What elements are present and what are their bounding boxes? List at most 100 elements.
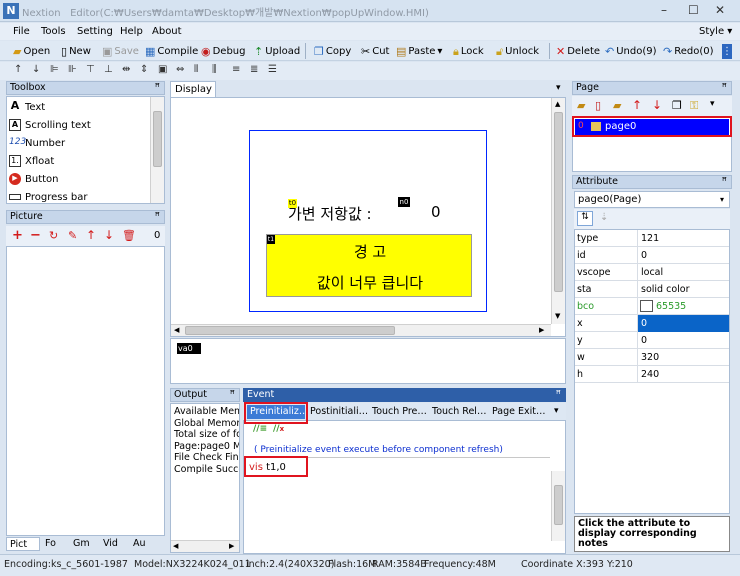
sort-category-icon[interactable]: ⇅: [577, 211, 593, 226]
debug-button[interactable]: ◉ Debug: [201, 44, 246, 59]
add-page-icon[interactable]: ▰: [577, 99, 585, 112]
space-increase-icon[interactable]: ☰: [268, 64, 277, 75]
attr-value[interactable]: 0: [637, 247, 729, 264]
toolbox-item-button[interactable]: ▶ Button: [9, 170, 59, 188]
scroll-left-icon[interactable]: ◀: [173, 542, 178, 550]
sort-alpha-icon[interactable]: ⇣: [600, 212, 608, 223]
tab-picture[interactable]: Pict: [6, 537, 40, 551]
attribute-selector[interactable]: page0(Page) ▾: [574, 191, 730, 208]
cut-button[interactable]: ✂ Cut: [361, 44, 389, 59]
scroll-thumb[interactable]: [185, 326, 395, 335]
refresh-icon[interactable]: ↻: [49, 229, 58, 242]
toolbox-item-xfloat[interactable]: 1. Xfloat: [9, 152, 54, 170]
tab-audio[interactable]: Au: [130, 537, 158, 551]
upload-button[interactable]: ⇡ Upload: [254, 44, 300, 59]
scroll-thumb[interactable]: [153, 111, 162, 167]
import-page-icon[interactable]: ⚿: [690, 99, 698, 113]
align-bottom-edge-icon[interactable]: ⊥: [104, 64, 113, 75]
attr-value[interactable]: 121: [637, 230, 729, 247]
copy-page-icon[interactable]: ❐: [672, 99, 682, 112]
attr-row-vscope[interactable]: vscope local: [575, 264, 729, 281]
pin-icon[interactable]: ꟸ: [556, 389, 561, 401]
pin-icon[interactable]: ꟸ: [722, 176, 727, 188]
attr-value[interactable]: local: [637, 264, 729, 281]
attr-row-w[interactable]: w 320: [575, 349, 729, 366]
va0-component[interactable]: va0: [177, 343, 201, 354]
popup-text-component[interactable]: t1 경 고 값이 너무 큽니다: [266, 234, 472, 297]
scroll-left-icon[interactable]: ◀: [174, 326, 179, 334]
menu-tools[interactable]: Tools: [41, 26, 66, 37]
space-equal-icon[interactable]: ⫼: [212, 64, 217, 75]
attr-value[interactable]: 0: [637, 332, 729, 349]
menu-help[interactable]: Help: [120, 26, 143, 37]
attr-row-bco[interactable]: bco 65535: [575, 298, 729, 315]
insert-page-icon[interactable]: ▰: [613, 99, 621, 112]
menu-setting[interactable]: Setting: [77, 26, 113, 37]
align-right-icon[interactable]: ⊪: [68, 64, 77, 75]
scroll-right-icon[interactable]: ▶: [539, 326, 544, 334]
pin-icon[interactable]: ꟸ: [230, 389, 235, 401]
attr-value[interactable]: 65535: [637, 298, 729, 315]
align-top-edge-icon[interactable]: ⊤: [86, 64, 95, 75]
attr-value[interactable]: solid color: [637, 281, 729, 298]
toolbar-overflow-button[interactable]: ⋮: [722, 44, 732, 59]
toolbox-item-scrolling-text[interactable]: A Scrolling text: [9, 116, 91, 134]
tab-touch-release[interactable]: Touch Rel…: [429, 405, 487, 419]
attr-row-sta[interactable]: sta solid color: [575, 281, 729, 298]
tab-display[interactable]: Display: [170, 81, 216, 97]
menu-file[interactable]: File: [13, 26, 30, 37]
tabs-dropdown-icon[interactable]: ▾: [554, 406, 559, 416]
align-bottom-icon[interactable]: ↓: [32, 64, 40, 75]
attr-row-y[interactable]: y0: [575, 332, 729, 349]
display-vertical-scrollbar[interactable]: ▲ ▼: [551, 98, 565, 324]
toolbox-scrollbar[interactable]: [150, 97, 164, 203]
page-screen[interactable]: t0 가변 저항값 : n0 0 t1 경 고 값이 너무 큽니다: [249, 130, 487, 312]
close-icon[interactable]: ✕: [715, 3, 725, 17]
pin-icon[interactable]: ꟸ: [155, 211, 160, 223]
align-left-icon[interactable]: ⊫: [50, 64, 59, 75]
menu-about[interactable]: About: [152, 26, 182, 37]
paste-button[interactable]: ▤ Paste ▾: [396, 44, 442, 59]
align-top-icon[interactable]: ↑: [14, 64, 22, 75]
redo-button[interactable]: ↷ Redo(0): [663, 44, 714, 59]
comment-icon[interactable]: //≡: [253, 424, 267, 434]
space-decrease-icon[interactable]: ≣: [250, 64, 258, 75]
compile-button[interactable]: ▦ Compile: [145, 44, 198, 59]
minimize-icon[interactable]: –: [661, 3, 667, 17]
tab-postinitialize[interactable]: Postinitiali…: [307, 405, 367, 419]
center-vertical-icon[interactable]: ⇕: [140, 64, 148, 75]
attr-row-h[interactable]: h 240: [575, 366, 729, 383]
remove-icon[interactable]: −: [30, 228, 41, 243]
display-horizontal-scrollbar[interactable]: ◀ ▶: [171, 324, 551, 336]
output-scrollbar[interactable]: ◀ ▶: [171, 540, 239, 552]
move-page-down-icon[interactable]: ↓: [652, 98, 662, 112]
copy-button[interactable]: ❐ Copy: [314, 44, 351, 59]
toolbox-item-progress-bar[interactable]: Progress bar: [9, 188, 87, 206]
new-button[interactable]: ▯ New: [61, 44, 91, 59]
style-menu[interactable]: Style ▾: [699, 26, 732, 37]
delete-page-icon[interactable]: ▯: [595, 99, 601, 112]
label-text-component[interactable]: 가변 저항값 :: [288, 203, 372, 224]
attr-row-x[interactable]: x0: [575, 315, 729, 332]
move-page-up-icon[interactable]: ↑: [632, 98, 642, 112]
save-button[interactable]: ▣ Save: [102, 44, 139, 59]
trash-icon[interactable]: 🗑︎: [122, 229, 136, 242]
tab-font[interactable]: Fo: [42, 537, 68, 551]
attr-row-id[interactable]: id 0: [575, 247, 729, 264]
pin-icon[interactable]: ꟸ: [722, 82, 727, 94]
scroll-down-icon[interactable]: ▼: [555, 312, 560, 320]
delete-button[interactable]: ✕ Delete: [556, 44, 600, 59]
tab-gmov[interactable]: Gm: [70, 537, 98, 551]
uncomment-icon[interactable]: //x: [273, 424, 284, 434]
number-component[interactable]: 0: [431, 203, 441, 221]
toolbox-item-number[interactable]: 123 Number: [9, 134, 65, 152]
same-size-icon[interactable]: ▣: [158, 64, 167, 75]
attr-value[interactable]: 320: [637, 349, 729, 366]
tab-video[interactable]: Vid: [100, 537, 128, 551]
attr-value[interactable]: 0: [637, 315, 729, 332]
scroll-thumb[interactable]: [554, 112, 563, 292]
pin-icon[interactable]: ꟸ: [155, 82, 160, 94]
maximize-icon[interactable]: ☐: [688, 3, 699, 17]
edit-icon[interactable]: ✎: [68, 229, 77, 242]
move-up-icon[interactable]: ↑: [86, 228, 96, 242]
